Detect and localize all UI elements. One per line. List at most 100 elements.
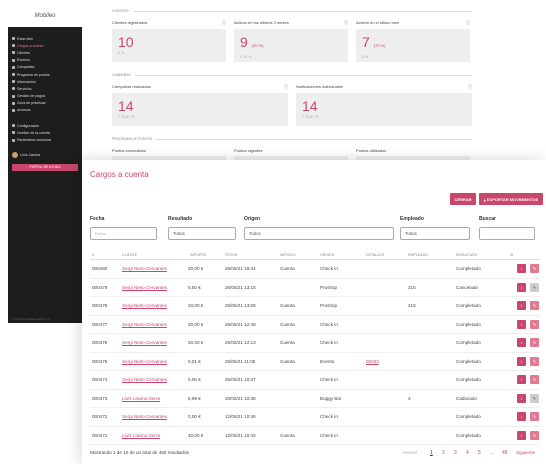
page-link[interactable]: 1 (430, 450, 433, 456)
details-link[interactable]: 00033 (366, 359, 379, 364)
column-header[interactable]: EMPLEADO (408, 253, 428, 257)
client-link[interactable]: Sergi Nieto Cervantes (122, 322, 167, 327)
cell-result: Completado (456, 414, 481, 420)
cell-amount: 5,50 € (188, 284, 201, 290)
export-button[interactable]: ⤓ EXPORTAR MOVIMIENTOS (479, 193, 543, 205)
page-link[interactable]: 5 (478, 450, 481, 456)
stat-card: Campañas realizadas ⓘ 14 + 16,67 % (112, 84, 288, 126)
sidebar-item[interactable]: Zona de prácticas (8, 100, 82, 107)
client-link[interactable]: Sergi Nieto Cervantes (122, 266, 167, 271)
client-link[interactable]: Lluís Llavina Serra (122, 396, 160, 401)
column-header[interactable]: IMPORTE (190, 253, 206, 257)
sidebar-item[interactable]: Cargos a cuenta (8, 42, 82, 49)
page-link[interactable]: 4 (466, 450, 469, 456)
sidebar-settings-item[interactable]: Parámetros comunes (8, 136, 82, 143)
sidebar-item[interactable]: Clientes (8, 49, 82, 56)
cell-result: Cancelado (456, 284, 478, 290)
transactions-table: # CLIENTE IMPORTE FECHA MÉTODO ORIGEN DETALLES… (90, 250, 540, 445)
column-header[interactable]: # (92, 253, 94, 257)
client-link[interactable]: Sergi Nieto Cervantes (122, 377, 167, 382)
column-header[interactable]: CLIENTE (122, 253, 137, 257)
client-link[interactable]: Sergi Nieto Cervantes (122, 414, 167, 419)
info-button[interactable]: i (517, 301, 526, 311)
edit-button[interactable]: ✎ (530, 282, 539, 292)
info-button[interactable]: i (517, 282, 526, 292)
date-filter-input[interactable]: Fecha (90, 227, 157, 240)
client-link[interactable]: Sergi Nieto Cervantes (122, 340, 167, 345)
gear-icon (12, 138, 15, 142)
employee-filter-select[interactable]: Todos (400, 227, 470, 240)
cell-date: 26/05/21 12:13 (225, 340, 256, 346)
client-link[interactable]: Lluís Llavina Serra (122, 433, 160, 438)
close-button[interactable]: CERRAR (450, 193, 476, 205)
info-button[interactable]: i (517, 393, 526, 403)
column-header[interactable]: DETALLES (366, 253, 384, 257)
cell-employee: 215 (408, 284, 416, 290)
cell-origin: Check in (320, 340, 338, 346)
page-link: ... (490, 450, 495, 456)
sidebar-settings-item[interactable]: Gestión de la cuenta (8, 129, 82, 136)
client-link[interactable]: Sergi Nieto Cervantes (122, 285, 167, 290)
sidebar-settings-item[interactable]: Configuración (8, 122, 82, 129)
info-button[interactable]: i (517, 319, 526, 329)
sidebar-item[interactable]: Información (8, 78, 82, 85)
prev-page-link[interactable]: Anterior (402, 450, 417, 455)
edit-button[interactable]: ✎ (530, 338, 539, 348)
origin-filter-select[interactable]: Todos (244, 227, 394, 240)
info-button[interactable]: i (517, 338, 526, 348)
edit-button[interactable]: ✎ (530, 264, 539, 274)
cell-id: 000475 (92, 358, 108, 364)
cell-date: 26/05/21 12:48 (225, 321, 256, 327)
page-link[interactable]: 48 (502, 450, 508, 456)
page-link[interactable]: 3 (454, 450, 457, 456)
sidebar-item[interactable]: Estar bien (8, 35, 82, 42)
sidebar-item[interactable]: Programa de puntos (8, 71, 82, 78)
user-name: Lluís Llavina (20, 152, 40, 157)
page-link[interactable]: 2 (442, 450, 445, 456)
info-button[interactable]: i (517, 375, 526, 385)
column-header[interactable]: ⚙ (510, 253, 513, 257)
cell-result: Completado (456, 358, 481, 364)
edit-button[interactable]: ✎ (530, 319, 539, 329)
stat-value: 14 (302, 98, 318, 114)
logo: Mobileo (8, 5, 82, 27)
column-header[interactable]: FECHA (225, 253, 237, 257)
result-filter-select[interactable]: Todos (168, 227, 236, 240)
edit-button[interactable]: ✎ (530, 430, 539, 440)
cell-result: Completado (456, 432, 481, 438)
stat-title: Activos en el último mes (356, 20, 400, 25)
column-header[interactable]: RESULTADO (456, 253, 477, 257)
cell-date: 26/05/21 11:08 (225, 358, 256, 364)
edit-button[interactable]: ✎ (530, 356, 539, 366)
gear-icon (12, 131, 15, 135)
edit-button[interactable]: ✎ (530, 393, 539, 403)
sidebar-item[interactable]: Servicios (8, 85, 82, 92)
client-link[interactable]: Sergi Nieto Cervantes (122, 359, 167, 364)
menu-icon (12, 87, 15, 91)
edit-button[interactable]: ✎ (530, 412, 539, 422)
sidebar-item[interactable]: Campañas (8, 64, 82, 71)
info-button[interactable]: i (517, 412, 526, 422)
search-input[interactable] (479, 227, 535, 240)
sidebar-item[interactable]: Eventos (8, 57, 82, 64)
next-page-link[interactable]: Siguiente (516, 450, 535, 455)
avatar (12, 151, 18, 158)
cell-result: Caducado (456, 395, 477, 401)
info-button[interactable]: i (517, 356, 526, 366)
info-button[interactable]: i (517, 430, 526, 440)
sidebar-item[interactable]: Gestión de pagos (8, 93, 82, 100)
table-row: 000478 Sergi Nieto Cervantes 20,00 € 26/05/… (90, 297, 540, 316)
edit-button[interactable]: ✎ (530, 375, 539, 385)
info-button[interactable]: i (517, 264, 526, 274)
sidebar-item[interactable]: Accesos (8, 107, 82, 114)
table-row: 000471 Lluís Llavina Serra 40,00 € 12/05/21… (90, 427, 540, 445)
column-header[interactable]: MÉTODO (280, 253, 296, 257)
sidebar-item-label: Gestión de pagos (17, 94, 46, 99)
help-portal-button[interactable]: PORTAL DE AYUDA (12, 163, 78, 171)
column-header[interactable]: ORIGEN (320, 253, 334, 257)
cell-result: Completado (456, 303, 481, 309)
client-link[interactable]: Sergi Nieto Cervantes (122, 303, 167, 308)
user-menu[interactable]: Lluís Llavina (8, 150, 82, 160)
edit-button[interactable]: ✎ (530, 301, 539, 311)
menu-icon (12, 73, 15, 77)
